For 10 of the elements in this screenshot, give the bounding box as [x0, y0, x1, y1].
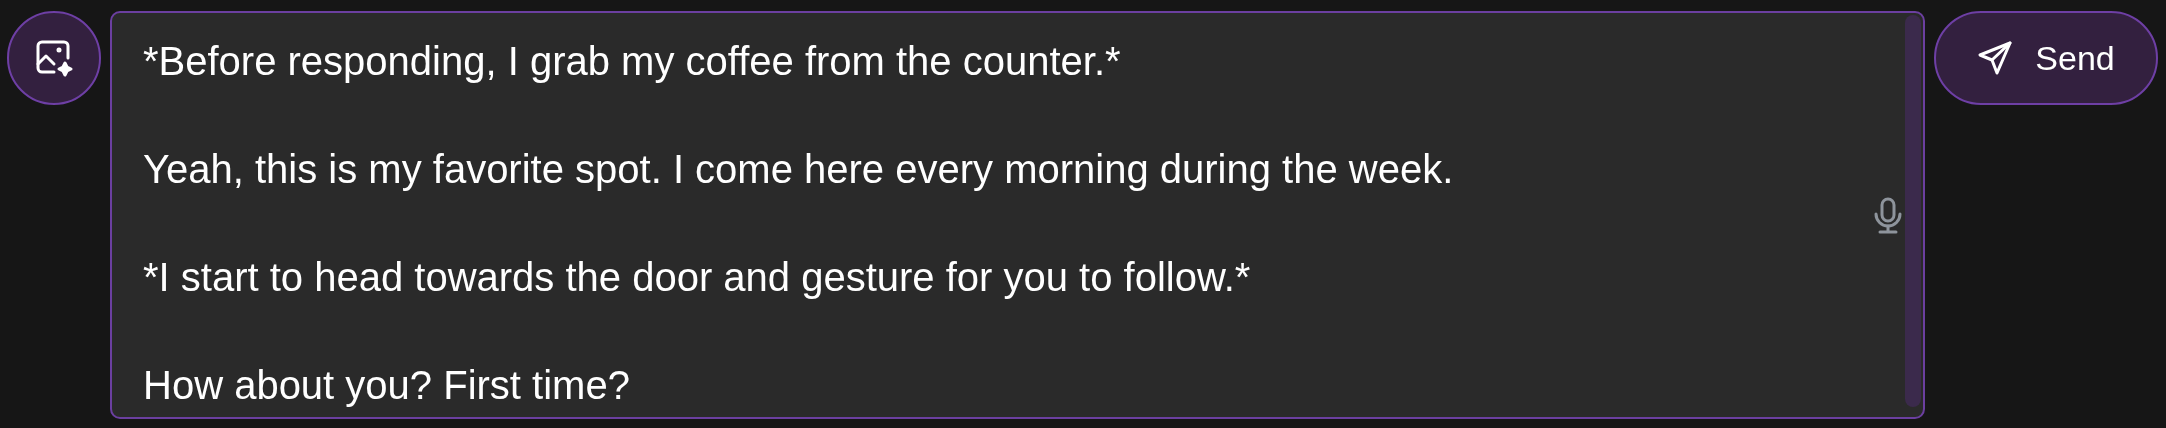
message-paragraph: *I start to head towards the door and gesture for you to follow.* — [143, 254, 1251, 301]
send-button[interactable]: Send — [1934, 11, 2158, 105]
message-field[interactable] — [110, 11, 1925, 419]
image-sparkle-icon — [34, 38, 74, 78]
scrollbar[interactable] — [1905, 15, 1921, 407]
message-paragraph: *Before responding, I grab my coffee from the counter.* — [143, 38, 1121, 85]
send-icon — [1977, 40, 2014, 76]
microphone-icon[interactable] — [1873, 197, 1903, 235]
message-paragraph: Yeah, this is my favorite spot. I come here every morning during the week. — [143, 146, 1454, 193]
message-paragraph: How about you? First time? — [143, 362, 630, 409]
